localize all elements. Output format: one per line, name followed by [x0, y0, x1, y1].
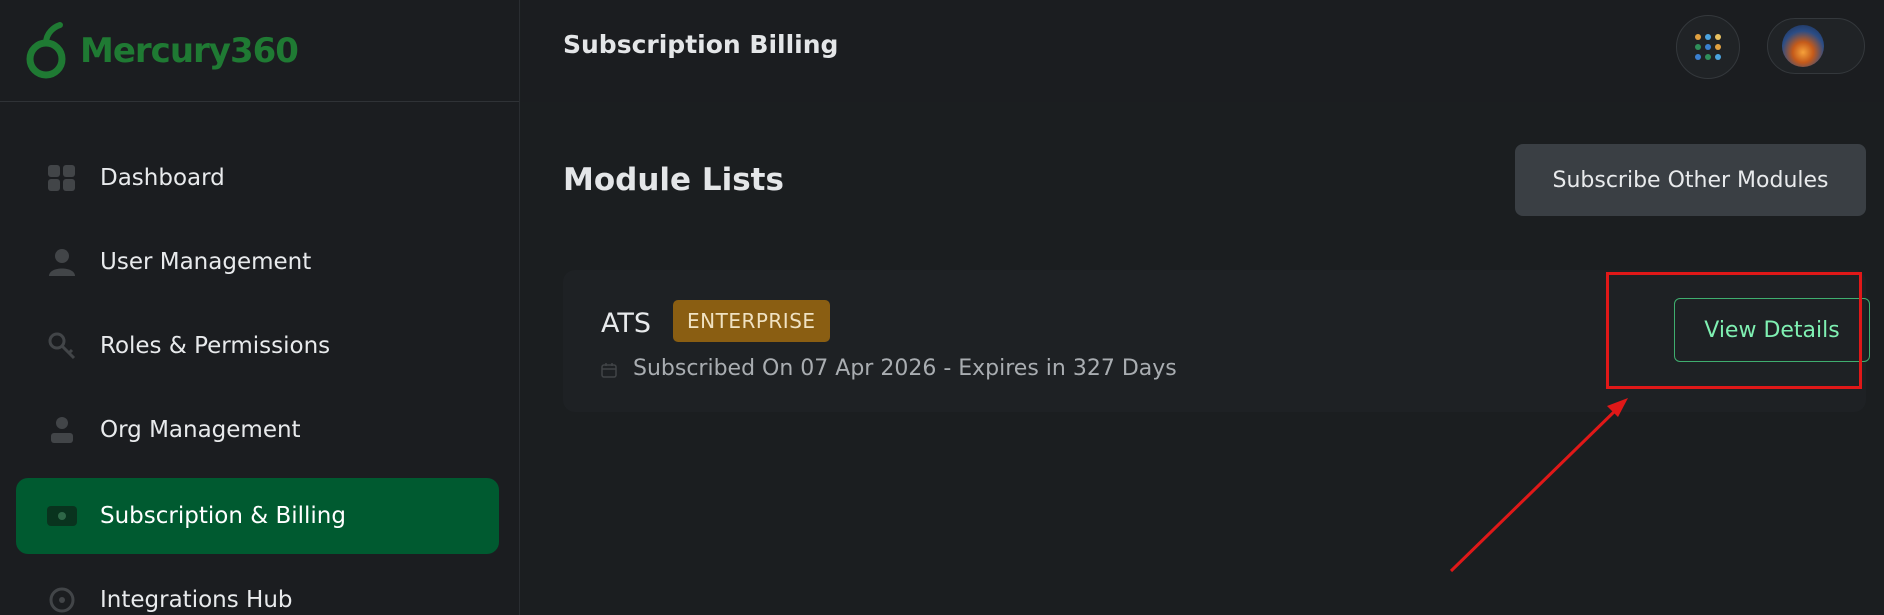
view-details-button[interactable]: View Details	[1674, 298, 1870, 362]
user-icon	[44, 244, 80, 280]
subscribe-other-modules-button[interactable]: Subscribe Other Modules	[1515, 144, 1866, 216]
sidebar-item-user-management[interactable]: User Management	[16, 224, 499, 300]
billing-icon	[44, 498, 80, 534]
sidebar-item-subscription-billing[interactable]: Subscription & Billing	[16, 478, 499, 554]
avatar	[1782, 25, 1824, 67]
section-title: Module Lists	[563, 162, 784, 198]
sidebar-item-label: Dashboard	[100, 165, 225, 191]
sidebar-item-label: Subscription & Billing	[100, 503, 346, 529]
dashboard-icon	[44, 160, 80, 196]
org-icon	[44, 412, 80, 448]
module-card: ATS ENTERPRISE Subscribed On 07 Apr 2026…	[563, 270, 1870, 412]
tier-badge: ENTERPRISE	[673, 300, 830, 342]
key-icon	[44, 328, 80, 364]
module-name: ATS	[601, 308, 652, 339]
sidebar-item-label: Org Management	[100, 417, 301, 443]
integrations-icon	[44, 582, 80, 615]
apps-launcher-button[interactable]	[1676, 15, 1740, 79]
sidebar-item-dashboard[interactable]: Dashboard	[16, 140, 499, 216]
logo-icon	[26, 21, 66, 78]
brand-logo[interactable]: Mercury360	[0, 0, 519, 102]
sidebar-item-org-management[interactable]: Org Management	[16, 392, 499, 468]
top-header: Subscription Billing	[521, 0, 1884, 102]
grid-apps-icon	[1695, 34, 1721, 60]
sidebar: Mercury360 Dashboard User Management Rol…	[0, 0, 520, 615]
subscription-info: Subscribed On 07 Apr 2026 - Expires in 3…	[633, 356, 1177, 381]
sidebar-item-label: Roles & Permissions	[100, 333, 331, 359]
sidebar-item-label: Integrations Hub	[100, 587, 293, 613]
sidebar-item-label: User Management	[100, 249, 312, 275]
sidebar-item-integrations-hub[interactable]: Integrations Hub	[16, 562, 499, 615]
brand-name: Mercury360	[80, 30, 299, 71]
app-root: Mercury360 Dashboard User Management Rol…	[0, 0, 1884, 615]
main-content: Module Lists Subscribe Other Modules ATS…	[521, 102, 1884, 615]
page-title: Subscription Billing	[563, 30, 839, 59]
calendar-icon	[601, 363, 617, 378]
user-menu-button[interactable]	[1767, 18, 1865, 74]
sidebar-item-roles-permissions[interactable]: Roles & Permissions	[16, 308, 499, 384]
